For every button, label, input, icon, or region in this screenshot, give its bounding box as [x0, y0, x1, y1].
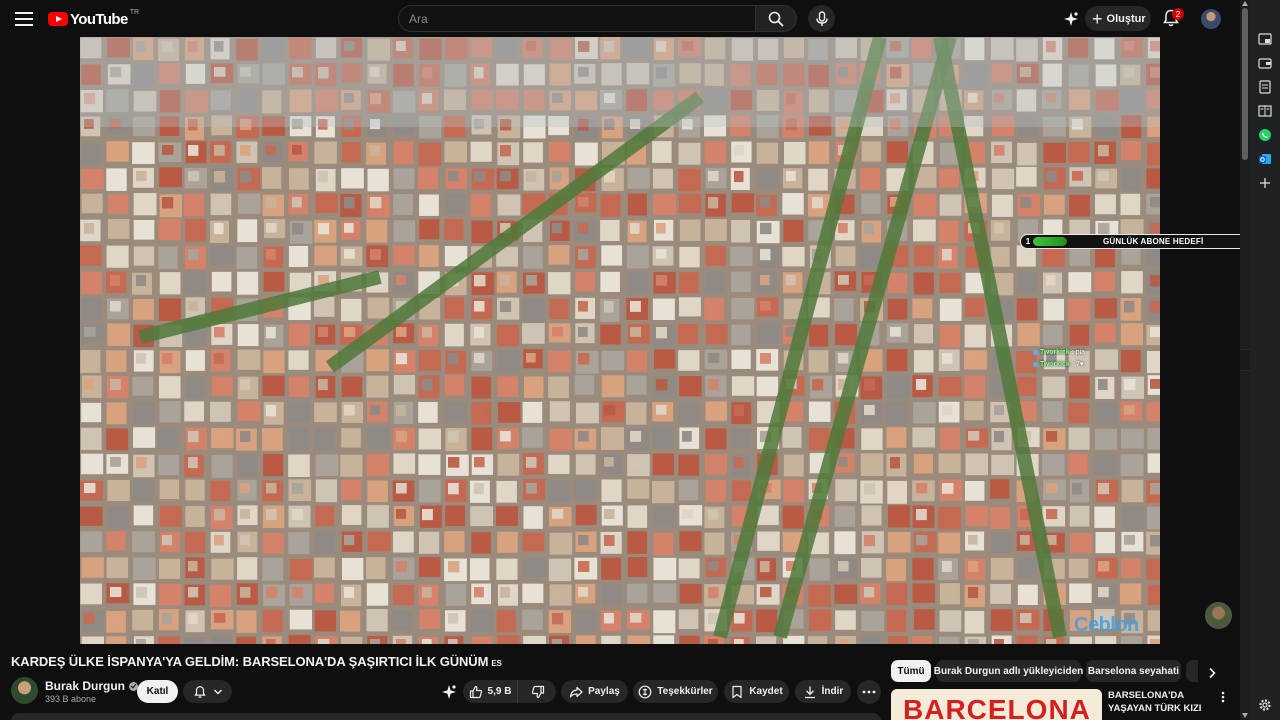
- youtube-logo[interactable]: YouTube TR: [48, 9, 139, 29]
- save-button[interactable]: Kaydet: [724, 680, 789, 703]
- like-dislike-group: 5,9 B: [463, 680, 556, 703]
- subscriber-goal-overlay: 1 GÜNLÜK ABONE HEDEFİ 6: [1020, 234, 1277, 249]
- recommended-video-thumbnail[interactable]: BARCELONA: [891, 689, 1102, 720]
- super-thanks-icon: [638, 685, 652, 698]
- outlook-icon[interactable]: [1258, 152, 1272, 166]
- create-button[interactable]: + Oluştur: [1085, 6, 1151, 31]
- goal-current-count: 1: [1025, 237, 1031, 246]
- chat-user-icon: [1033, 362, 1038, 367]
- share-arrow-icon: [570, 686, 583, 698]
- scrollbar-thumb[interactable]: [1242, 8, 1248, 160]
- share-label: Paylaş: [588, 686, 620, 697]
- play-logo-icon: [48, 12, 68, 26]
- bell-icon: [193, 685, 206, 698]
- picture-in-picture-icon[interactable]: [1258, 32, 1272, 46]
- search-box: [398, 5, 756, 32]
- chat-username: Tworkick: [1040, 361, 1070, 368]
- thanks-button[interactable]: Teşekkürler: [633, 680, 718, 703]
- channel-name[interactable]: Burak Durgun: [45, 679, 139, 693]
- logo-country-code: TR: [129, 8, 140, 16]
- thumbs-up-icon: [469, 685, 482, 698]
- save-label: Kaydet: [749, 686, 783, 697]
- notes-icon[interactable]: [1258, 80, 1272, 94]
- recommended-video-title[interactable]: BARSELONA'DA YAŞAYAN TÜRK KIZI ...: [1108, 689, 1208, 720]
- chip-partial[interactable]: [1186, 660, 1198, 682]
- chat-overlay-line: Tworkick : pia: [1033, 349, 1085, 356]
- description-box[interactable]: [11, 713, 881, 720]
- voice-search-button[interactable]: [808, 5, 835, 32]
- goal-progress-bar: [1033, 237, 1067, 246]
- account-avatar[interactable]: [1201, 9, 1221, 29]
- channel-avatar[interactable]: [11, 677, 38, 704]
- chat-username: Tworkick: [1040, 349, 1070, 356]
- download-icon: [804, 686, 815, 698]
- more-horizontal-icon: [862, 690, 876, 694]
- thumbs-down-icon: [531, 685, 544, 698]
- wallet-icon[interactable]: [1258, 56, 1272, 70]
- subscription-bell-button[interactable]: [183, 680, 232, 703]
- chip-from-uploader[interactable]: Burak Durgun adlı yükleyiciden: [934, 660, 1083, 682]
- video-title-text: KARDEŞ ÜLKE İSPANYA'YA GELDİM: BARSELONA…: [11, 654, 489, 669]
- search-icon: [768, 11, 784, 27]
- chevron-down-icon: [213, 689, 222, 694]
- search-input[interactable]: [399, 6, 755, 31]
- subscriber-count: 393 B abone: [45, 694, 97, 704]
- plus-icon: +: [1092, 8, 1103, 29]
- scroll-down-icon[interactable]: [1242, 713, 1248, 718]
- chat-user-icon: [1033, 350, 1038, 355]
- chat-overlay-line: Tworkick : ?♥: [1033, 361, 1084, 368]
- chip-all[interactable]: Tümü: [891, 660, 931, 682]
- video-player[interactable]: [80, 37, 1160, 644]
- chip-barcelona-trip[interactable]: Barselona seyahati: [1086, 660, 1181, 682]
- floating-avatar[interactable]: [1205, 602, 1232, 629]
- download-label: İndir: [821, 686, 844, 697]
- bookmark-icon: [732, 685, 742, 698]
- video-watermark: Ceblon: [1074, 614, 1139, 636]
- language-badge: ES: [491, 659, 502, 668]
- logo-text: YouTube: [70, 10, 128, 28]
- more-actions-button[interactable]: [857, 680, 881, 704]
- menu-icon[interactable]: [12, 7, 36, 31]
- reading-list-icon[interactable]: [1258, 104, 1272, 118]
- chevron-right-icon[interactable]: [1203, 664, 1221, 682]
- notification-count-badge: 2: [1172, 8, 1184, 20]
- whatsapp-icon[interactable]: [1258, 128, 1272, 142]
- chat-message: : pia: [1071, 349, 1086, 356]
- browser-side-panel: [1250, 0, 1280, 720]
- channel-name-text: Burak Durgun: [45, 679, 126, 693]
- share-button[interactable]: Paylaş: [561, 680, 628, 703]
- like-count: 5,9 B: [487, 686, 512, 697]
- dislike-button[interactable]: [519, 680, 556, 703]
- thanks-label: Teşekkürler: [657, 686, 713, 697]
- masthead: YouTube TR + Oluştur 2: [0, 0, 1240, 37]
- scroll-up-icon[interactable]: [1242, 1, 1248, 6]
- goal-label: GÜNLÜK ABONE HEDEFİ: [1103, 237, 1204, 246]
- join-button[interactable]: Katıl: [137, 680, 178, 703]
- search-button[interactable]: [755, 5, 797, 32]
- create-label: Oluştur: [1106, 12, 1146, 25]
- sparkle-icon[interactable]: [1062, 10, 1080, 28]
- video-frame-aerial-city: [80, 37, 1160, 644]
- microphone-icon: [815, 10, 828, 26]
- download-button[interactable]: İndir: [795, 680, 851, 703]
- recommended-more-icon[interactable]: [1217, 690, 1229, 704]
- ask-ai-sparkle-icon[interactable]: [439, 682, 459, 702]
- chat-message: : ?♥: [1071, 361, 1084, 368]
- like-button[interactable]: 5,9 B: [463, 680, 518, 703]
- settings-gear-icon[interactable]: [1258, 698, 1272, 712]
- video-title: KARDEŞ ÜLKE İSPANYA'YA GELDİM: BARSELONA…: [11, 654, 502, 669]
- add-panel-icon[interactable]: [1258, 176, 1272, 190]
- thumbnail-text: BARCELONA: [903, 694, 1091, 720]
